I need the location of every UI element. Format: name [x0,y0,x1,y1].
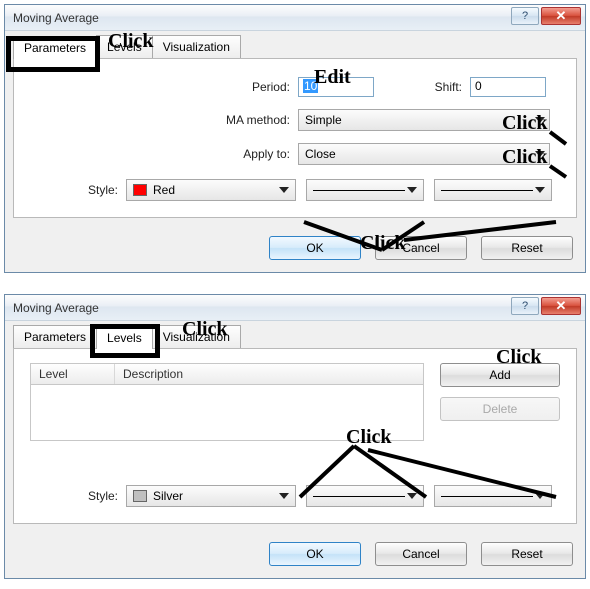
tab-levels[interactable]: Levels [96,326,153,349]
dropdown-style-linewidth[interactable] [434,485,552,507]
line-sample [441,190,533,191]
dropdown-style-color[interactable]: Silver [126,485,296,507]
label-period: Period: [30,80,298,94]
delete-button: Delete [440,397,560,421]
chevron-down-icon [535,187,545,193]
cancel-button[interactable]: Cancel [375,542,467,566]
add-button[interactable]: Add [440,363,560,387]
window-title: Moving Average [13,11,99,25]
chevron-down-icon [407,493,417,499]
chevron-down-icon [407,187,417,193]
ok-button[interactable]: OK [269,542,361,566]
color-swatch [133,184,147,196]
titlebar[interactable]: Moving Average ? ✕ [5,295,585,321]
close-button[interactable]: ✕ [541,297,581,315]
reset-button[interactable]: Reset [481,542,573,566]
chevron-down-icon [535,117,545,123]
chevron-down-icon [535,493,545,499]
line-sample [441,496,533,497]
tab-levels[interactable]: Levels [96,35,153,58]
reset-button[interactable]: Reset [481,236,573,260]
window-title: Moving Average [13,301,99,315]
input-period[interactable]: 10 [298,77,374,97]
dropdown-style-linetype[interactable] [306,485,424,507]
chevron-down-icon [279,493,289,499]
tab-parameters[interactable]: Parameters [13,36,97,59]
pane-parameters: Period: 10 Shift: 0 MA method: Simple A [13,58,577,218]
cancel-button[interactable]: Cancel [375,236,467,260]
help-button[interactable]: ? [511,297,539,315]
close-icon: ✕ [556,298,567,314]
dropdown-ma-method[interactable]: Simple [298,109,550,131]
col-description[interactable]: Description [115,364,423,384]
dropdown-style-linewidth[interactable] [434,179,552,201]
tab-visualization[interactable]: Visualization [152,325,241,348]
ok-button[interactable]: OK [269,236,361,260]
chevron-down-icon [279,187,289,193]
levels-list[interactable] [30,385,424,441]
dropdown-apply-to[interactable]: Close [298,143,550,165]
help-icon: ? [522,10,528,22]
label-style: Style: [30,183,126,197]
input-shift[interactable]: 0 [470,77,546,97]
titlebar[interactable]: Moving Average ? ✕ [5,5,585,31]
label-style: Style: [30,489,126,503]
tab-visualization[interactable]: Visualization [152,35,241,58]
levels-list-header: Level Description [30,363,424,385]
line-sample [313,190,405,191]
pane-levels: Level Description Add Delete Style: Silv… [13,348,577,524]
line-sample [313,496,405,497]
help-button[interactable]: ? [511,7,539,25]
dropdown-style-color[interactable]: Red [126,179,296,201]
dropdown-style-linetype[interactable] [306,179,424,201]
close-icon: ✕ [556,8,567,24]
tab-parameters[interactable]: Parameters [13,325,97,348]
label-apply-to: Apply to: [30,147,298,161]
label-shift: Shift: [374,80,470,94]
chevron-down-icon [535,151,545,157]
label-ma-method: MA method: [30,113,298,127]
color-swatch [133,490,147,502]
help-icon: ? [522,300,528,312]
close-button[interactable]: ✕ [541,7,581,25]
col-level[interactable]: Level [31,364,115,384]
